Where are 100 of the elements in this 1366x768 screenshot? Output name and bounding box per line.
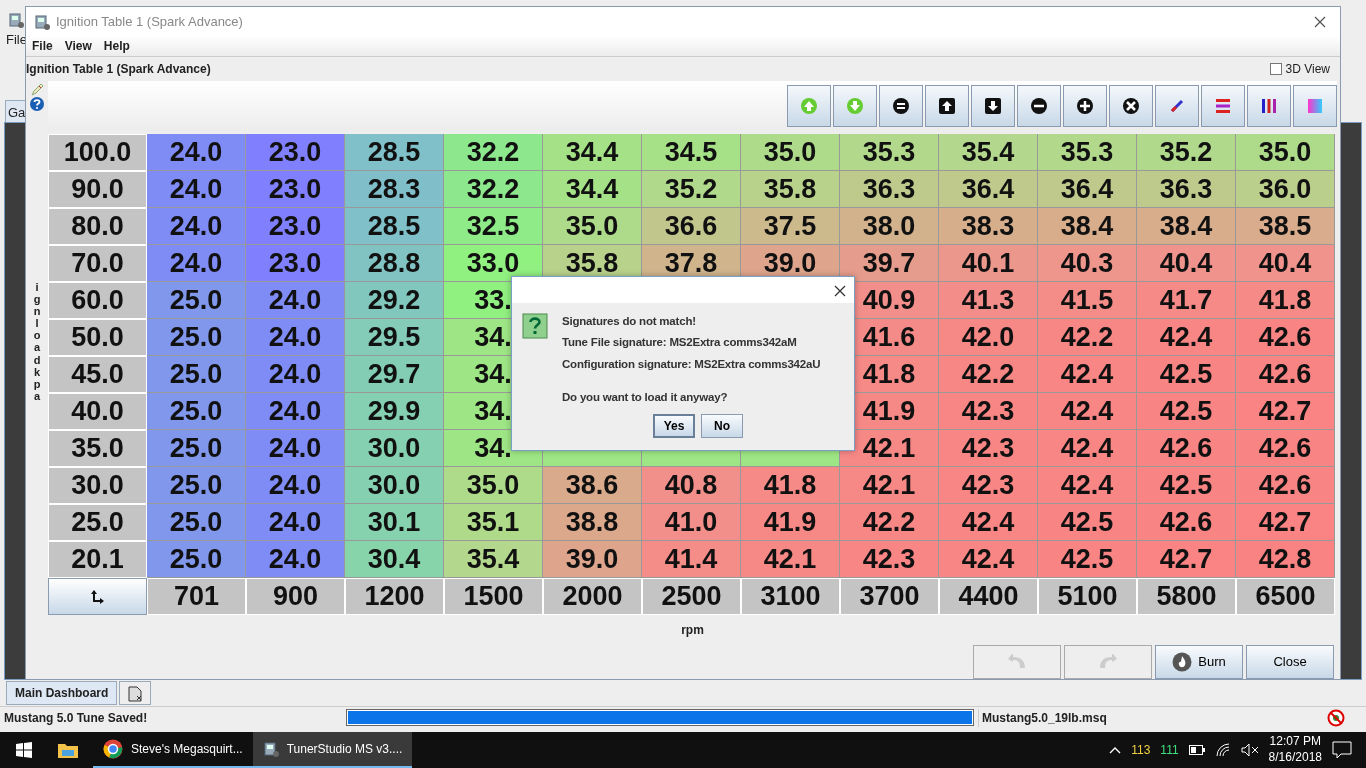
table-cell[interactable]: 24.0 xyxy=(246,356,345,393)
table-cell[interactable]: 38.6 xyxy=(543,467,642,504)
table-cell[interactable]: 35.2 xyxy=(1137,134,1236,171)
table-cell[interactable]: 36.4 xyxy=(939,171,1038,208)
table-cell[interactable]: 23.0 xyxy=(246,208,345,245)
table-cell[interactable]: 29.7 xyxy=(345,356,444,393)
table-cell[interactable]: 41.8 xyxy=(1236,282,1335,319)
table-cell[interactable]: 40.4 xyxy=(1236,245,1335,282)
table-cell[interactable]: 42.7 xyxy=(1236,504,1335,541)
table-cell[interactable]: 42.4 xyxy=(1038,356,1137,393)
table-cell[interactable]: 24.0 xyxy=(246,430,345,467)
table-cell[interactable]: 42.4 xyxy=(1038,467,1137,504)
toolbar-button[interactable] xyxy=(1063,85,1107,127)
table-cell[interactable]: 30.1 xyxy=(345,504,444,541)
table-cell[interactable]: 25.0 xyxy=(147,393,246,430)
table-cell[interactable]: 34.4 xyxy=(543,134,642,171)
table-cell[interactable]: 38.0 xyxy=(840,208,939,245)
table-cell[interactable]: 24.0 xyxy=(246,504,345,541)
table-cell[interactable]: 41.0 xyxy=(642,504,741,541)
table-cell[interactable]: 42.2 xyxy=(939,356,1038,393)
table-cell[interactable]: 25.0 xyxy=(147,504,246,541)
table-cell[interactable]: 41.3 xyxy=(939,282,1038,319)
table-cell[interactable]: 25.0 xyxy=(147,467,246,504)
swap-axes-button[interactable] xyxy=(48,578,147,615)
table-cell[interactable]: 35.0 xyxy=(741,134,840,171)
burn-button[interactable]: Burn xyxy=(1155,645,1243,679)
table-cell[interactable]: 42.4 xyxy=(1038,393,1137,430)
table-cell[interactable]: 25.0 xyxy=(147,541,246,578)
table-cell[interactable]: 37.5 xyxy=(741,208,840,245)
start-icon[interactable] xyxy=(15,741,33,759)
table-cell[interactable]: 42.7 xyxy=(1137,541,1236,578)
table-cell[interactable]: 41.7 xyxy=(1137,282,1236,319)
table-cell[interactable]: 41.9 xyxy=(741,504,840,541)
table-cell[interactable]: 42.6 xyxy=(1137,504,1236,541)
table-cell[interactable]: 29.9 xyxy=(345,393,444,430)
table-cell[interactable]: 42.4 xyxy=(1038,430,1137,467)
table-cell[interactable]: 35.0 xyxy=(1236,134,1335,171)
table-cell[interactable]: 25.0 xyxy=(147,282,246,319)
tab[interactable]: Main Dashboard xyxy=(6,681,118,705)
table-cell[interactable]: 42.6 xyxy=(1236,430,1335,467)
table-cell[interactable]: 36.0 xyxy=(1236,171,1335,208)
table-cell[interactable]: 32.2 xyxy=(444,171,543,208)
notification-icon[interactable] xyxy=(1332,741,1352,759)
taskbar-item[interactable]: Steve's Megasquirt... xyxy=(93,732,253,768)
table-cell[interactable]: 42.7 xyxy=(1236,393,1335,430)
table-cell[interactable]: 40.8 xyxy=(642,467,741,504)
table-cell[interactable]: 42.0 xyxy=(939,319,1038,356)
table-cell[interactable]: 42.4 xyxy=(939,504,1038,541)
table-cell[interactable]: 42.5 xyxy=(1137,467,1236,504)
menu-item[interactable]: Help xyxy=(103,36,130,55)
toolbar-button[interactable] xyxy=(879,85,923,127)
table-cell[interactable]: 35.4 xyxy=(444,541,543,578)
table-cell[interactable]: 35.2 xyxy=(642,171,741,208)
taskbar-item[interactable]: TunerStudio MS v3.... xyxy=(252,732,413,768)
table-cell[interactable]: 35.0 xyxy=(444,467,543,504)
table-cell[interactable]: 38.5 xyxy=(1236,208,1335,245)
table-cell[interactable]: 23.0 xyxy=(246,171,345,208)
table-cell[interactable]: 28.3 xyxy=(345,171,444,208)
table-cell[interactable]: 35.3 xyxy=(1038,134,1137,171)
table-cell[interactable]: 29.2 xyxy=(345,282,444,319)
table-cell[interactable]: 32.2 xyxy=(444,134,543,171)
toolbar-button[interactable] xyxy=(971,85,1015,127)
table-cell[interactable]: 42.8 xyxy=(1236,541,1335,578)
table-cell[interactable]: 25.0 xyxy=(147,430,246,467)
table-cell[interactable]: 40.1 xyxy=(939,245,1038,282)
toolbar-button[interactable] xyxy=(1017,85,1061,127)
wifi-icon[interactable] xyxy=(1214,743,1231,757)
clock-date[interactable]: 8/16/2018 xyxy=(1268,750,1322,766)
table-cell[interactable]: 24.0 xyxy=(246,282,345,319)
table-cell[interactable]: 24.0 xyxy=(147,134,246,171)
chevron-up-icon[interactable] xyxy=(1109,746,1122,754)
table-cell[interactable]: 35.3 xyxy=(840,134,939,171)
table-cell[interactable]: 41.4 xyxy=(642,541,741,578)
table-cell[interactable]: 42.6 xyxy=(1137,430,1236,467)
table-cell[interactable]: 29.5 xyxy=(345,319,444,356)
table-cell[interactable]: 41.8 xyxy=(741,467,840,504)
toolbar-button[interactable] xyxy=(925,85,969,127)
table-cell[interactable]: 24.0 xyxy=(147,208,246,245)
table-cell[interactable]: 42.1 xyxy=(840,467,939,504)
table-cell[interactable]: 24.0 xyxy=(246,541,345,578)
table-cell[interactable]: 42.1 xyxy=(840,430,939,467)
table-cell[interactable]: 42.3 xyxy=(939,393,1038,430)
table-cell[interactable]: 24.0 xyxy=(246,467,345,504)
table-cell[interactable]: 36.4 xyxy=(1038,171,1137,208)
table-cell[interactable]: 24.0 xyxy=(147,245,246,282)
table-cell[interactable]: 42.1 xyxy=(741,541,840,578)
table-cell[interactable]: 25.0 xyxy=(147,356,246,393)
table-cell[interactable]: 35.4 xyxy=(939,134,1038,171)
table-cell[interactable]: 25.0 xyxy=(147,319,246,356)
table-cell[interactable]: 42.6 xyxy=(1236,319,1335,356)
table-cell[interactable]: 38.4 xyxy=(1038,208,1137,245)
table-cell[interactable]: 34.4 xyxy=(543,171,642,208)
table-cell[interactable]: 35.8 xyxy=(741,171,840,208)
table-cell[interactable]: 42.4 xyxy=(1137,319,1236,356)
table-cell[interactable]: 42.2 xyxy=(840,504,939,541)
table-cell[interactable]: 33.0 xyxy=(444,245,543,282)
clock-time[interactable]: 12:07 PM xyxy=(1269,734,1321,750)
menu-item[interactable]: File xyxy=(32,36,53,55)
table-cell[interactable]: 41.5 xyxy=(1038,282,1137,319)
table-cell[interactable]: 42.3 xyxy=(939,467,1038,504)
